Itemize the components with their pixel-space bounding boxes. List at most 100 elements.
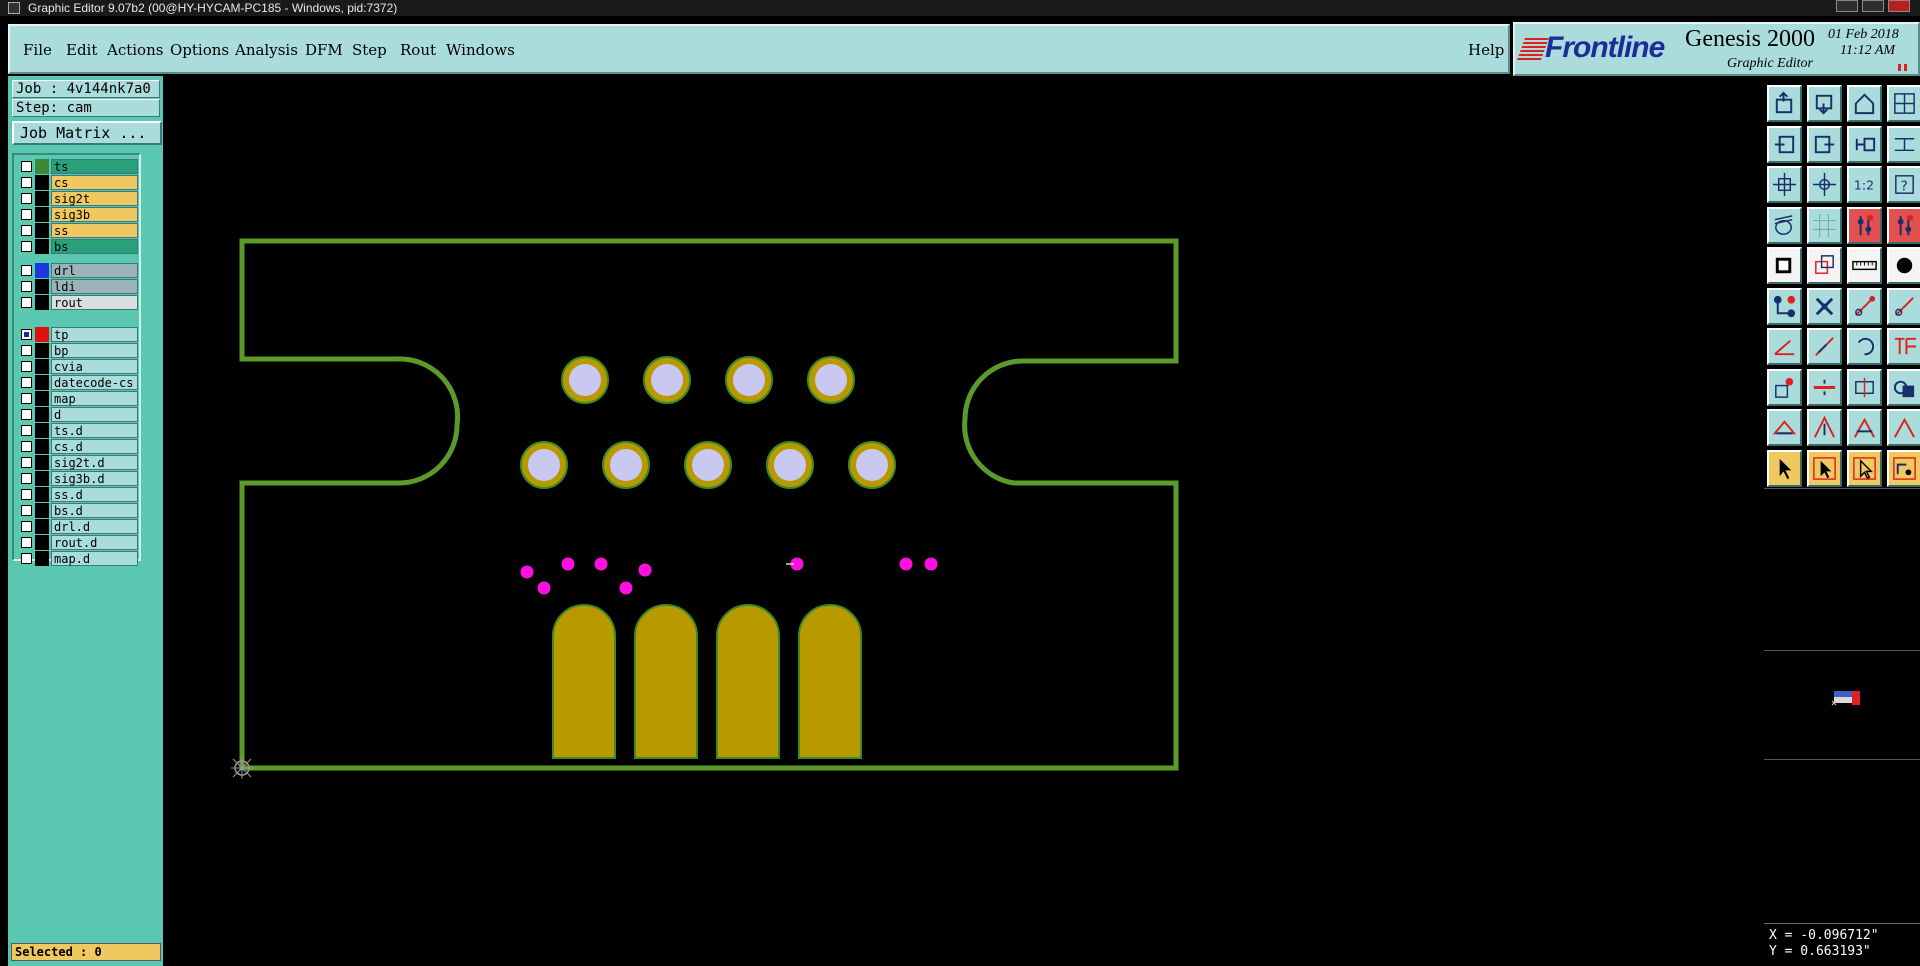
layer-name[interactable]: rout.d [51,535,138,550]
layer-row-cs[interactable]: cs [20,175,138,190]
layer-color-swatch[interactable] [35,191,49,206]
menu-windows[interactable]: Windows [446,41,515,59]
toolbar-button-triangle3[interactable] [1847,409,1882,446]
toolbar-button-edit-pad[interactable] [1767,368,1802,406]
toolbar-button-net[interactable] [1847,206,1882,244]
close-button[interactable] [1888,0,1910,12]
toolbar-button-pan[interactable] [1847,125,1882,163]
layer-name[interactable]: ss [51,223,138,238]
layer-row-bs[interactable]: bs [20,239,138,254]
board-thumbnail[interactable] [1764,651,1920,761]
layer-name[interactable]: sig3b [51,207,138,222]
layer-color-swatch[interactable] [35,295,49,310]
menu-step[interactable]: Step [352,41,387,59]
layer-row-bs-d[interactable]: bs.d [20,503,138,518]
layer-name[interactable]: bs.d [51,503,138,518]
layer-checkbox[interactable] [21,537,32,548]
menu-dfm[interactable]: DFM [305,41,343,59]
layer-row-ss-d[interactable]: ss.d [20,487,138,502]
layer-name[interactable]: drl.d [51,519,138,534]
toolbar-button-arc[interactable] [1847,328,1882,365]
maximize-button[interactable] [1862,0,1884,12]
toolbar-button-route2[interactable] [1887,449,1920,487]
layer-color-swatch[interactable] [35,391,49,406]
toolbar-button-zoom-prev[interactable] [1767,125,1802,163]
layer-checkbox[interactable] [21,241,32,252]
layer-row-bp[interactable]: bp [20,343,138,358]
toolbar-button-open[interactable] [1767,85,1802,122]
toolbar-button-snap[interactable] [1767,206,1802,244]
toolbar-button-zoom-next[interactable] [1807,125,1842,163]
layer-row-ts-d[interactable]: ts.d [20,423,138,438]
toolbar-button-pointer3[interactable] [1847,449,1882,487]
toolbar-button-cross[interactable] [1807,287,1842,325]
layer-name[interactable]: datecode-cs [51,375,138,390]
toolbar-button-angle[interactable] [1767,328,1802,365]
layer-color-swatch[interactable] [35,375,49,390]
menu-actions[interactable]: Actions [107,41,163,59]
toolbar-button-measure[interactable] [1847,247,1882,284]
layer-row-rout[interactable]: rout [20,295,138,310]
toolbar-button-copy[interactable] [1887,368,1920,406]
layer-color-swatch[interactable] [35,439,49,454]
layer-checkbox[interactable] [21,225,32,236]
toolbar-button-fill[interactable] [1887,247,1920,284]
toolbar-button-panel[interactable] [1887,85,1920,122]
layer-row-cvia[interactable]: cvia [20,359,138,374]
layer-row-d[interactable]: d [20,407,138,422]
layer-name[interactable]: tp [51,327,138,342]
layer-name[interactable]: bp [51,343,138,358]
layer-checkbox[interactable] [21,361,32,372]
layer-color-swatch[interactable] [35,423,49,438]
layer-name[interactable]: cs [51,175,138,190]
toolbar-button-trim[interactable] [1807,368,1842,406]
layer-name[interactable]: drl [51,263,138,278]
layer-row-sig3b[interactable]: sig3b [20,207,138,222]
layer-row-sig2t[interactable]: sig2t [20,191,138,206]
layer-checkbox[interactable] [21,377,32,388]
layer-name[interactable]: sig2t [51,191,138,206]
layer-checkbox[interactable] [21,553,32,564]
layer-checkbox[interactable] [21,505,32,516]
layer-checkbox[interactable] [21,177,32,188]
layer-name[interactable]: bs [51,239,138,254]
layer-color-swatch[interactable] [35,487,49,502]
menu-edit[interactable]: Edit [66,41,97,59]
toolbar-button-layout[interactable] [1887,125,1920,163]
layer-name[interactable]: cvia [51,359,138,374]
layer-color-swatch[interactable] [35,471,49,486]
layer-name[interactable]: d [51,407,138,422]
layer-name[interactable]: map [51,391,138,406]
layer-checkbox[interactable] [21,425,32,436]
layer-row-cs-d[interactable]: cs.d [20,439,138,454]
layer-color-swatch[interactable] [35,407,49,422]
layer-color-swatch[interactable] [35,327,49,342]
layer-row-sig3b-d[interactable]: sig3b.d [20,471,138,486]
layer-color-swatch[interactable] [35,343,49,358]
layer-checkbox[interactable] [21,297,32,308]
layer-color-swatch[interactable] [35,239,49,254]
layer-name[interactable]: sig3b.d [51,471,138,486]
layer-checkbox[interactable] [21,329,32,340]
toolbar-button-tee[interactable] [1887,328,1920,365]
layer-checkbox[interactable] [21,473,32,484]
toolbar-button-triangle2[interactable] [1807,409,1842,446]
menu-options[interactable]: Options [170,41,229,59]
toolbar-button-grid[interactable] [1807,206,1842,244]
layer-checkbox[interactable] [21,209,32,220]
layer-color-swatch[interactable] [35,223,49,238]
menu-help[interactable]: Help [1468,41,1504,59]
toolbar-button-slash[interactable] [1807,328,1842,365]
layer-name[interactable]: cs.d [51,439,138,454]
layer-row-sig2t-d[interactable]: sig2t.d [20,455,138,470]
menu-file[interactable]: File [23,41,52,59]
layer-row-map[interactable]: map [20,391,138,406]
toolbar-button-home[interactable] [1847,85,1882,122]
toolbar-button-zoom-home[interactable] [1807,166,1842,203]
layer-color-swatch[interactable] [35,535,49,550]
layer-color-swatch[interactable] [35,551,49,566]
toolbar-button-zoom-fit[interactable] [1767,166,1802,203]
job-matrix-button[interactable]: Job Matrix ... [12,121,162,145]
menu-analysis[interactable]: Analysis [235,41,298,59]
layer-name[interactable]: rout [51,295,138,310]
